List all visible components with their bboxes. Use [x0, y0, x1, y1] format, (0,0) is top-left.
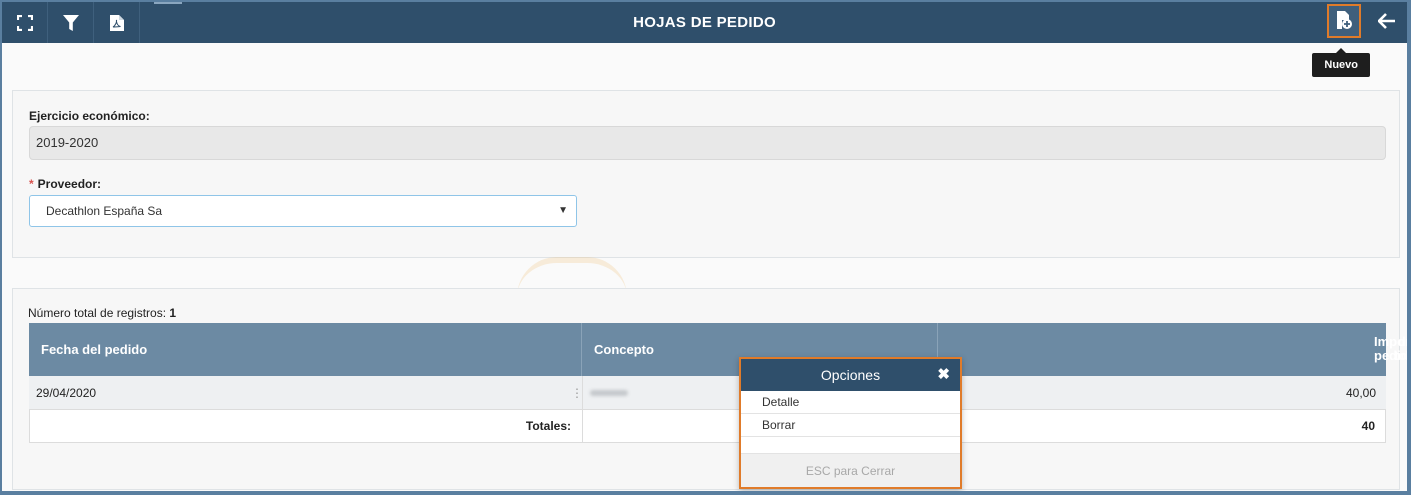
new-tooltip: Nuevo — [1312, 48, 1370, 77]
option-borrar[interactable]: Borrar — [741, 414, 960, 437]
column-header-importe[interactable]: Importe total del pedido — [938, 323, 1407, 376]
page-title: HOJAS DE PEDIDO — [633, 14, 776, 31]
grid-header: Fecha del pedido Concepto Importe total … — [29, 323, 1407, 376]
back-arrow-icon — [1377, 13, 1396, 32]
active-tab-indicator — [154, 2, 182, 4]
cell-concepto-blurred — [590, 376, 628, 409]
required-marker: * — [29, 177, 34, 191]
proveedor-label: Proveedor: — [37, 177, 102, 191]
top-toolbar: HOJAS DE PEDIDO — [2, 2, 1407, 43]
popup-header: Opciones ✖ — [741, 359, 960, 391]
new-document-button[interactable] — [1327, 4, 1361, 38]
record-count-label: Número total de registros: — [28, 306, 167, 320]
filter-panel: Ejercicio económico: 2019-2020 * Proveedo… — [12, 90, 1400, 258]
back-button[interactable] — [1367, 2, 1407, 43]
results-panel: Número total de registros: 1 Fecha del p… — [12, 288, 1407, 490]
column-header-fecha[interactable]: Fecha del pedido — [29, 323, 582, 376]
options-popup: Opciones ✖ Detalle Borrar ESC para Cerra… — [739, 357, 962, 489]
new-document-icon — [1335, 10, 1353, 33]
cell-fecha: 29/04/2020 — [36, 385, 97, 400]
ejercicio-field: 2019-2020 — [29, 126, 1386, 160]
fullscreen-button[interactable] — [2, 2, 48, 43]
pdf-export-button[interactable] — [94, 2, 140, 43]
table-row[interactable]: 29/04/2020 ⋮ 40,00 — [29, 376, 1386, 410]
proveedor-selected-value: Decathlon España Sa — [46, 204, 163, 218]
ejercicio-label: Ejercicio económico: — [29, 109, 150, 123]
filter-button[interactable] — [48, 2, 94, 43]
popup-title: Opciones — [820, 367, 881, 383]
close-icon[interactable]: ✖ — [937, 359, 950, 391]
proveedor-label-wrap: * Proveedor: — [29, 177, 101, 191]
popup-close-hint[interactable]: ESC para Cerrar — [741, 453, 960, 487]
record-count-value: 1 — [169, 306, 177, 320]
totals-value: 40 — [1361, 419, 1375, 433]
chevron-down-icon: ▼ — [558, 205, 568, 216]
proveedor-select[interactable]: Decathlon España Sa ▼ — [29, 195, 577, 227]
option-detalle[interactable]: Detalle — [741, 391, 960, 414]
orders-grid: Fecha del pedido Concepto Importe total … — [29, 323, 1407, 443]
cell-importe: 40,00 — [1345, 385, 1376, 400]
app-window: HOJAS DE PEDIDO Nuevo Ejercicio económic… — [0, 0, 1411, 495]
totals-label: Totales: — [525, 419, 571, 433]
totals-row: Totales: 40 — [29, 410, 1386, 443]
pdf-icon — [109, 14, 125, 32]
record-count: Número total de registros: 1 — [28, 306, 176, 320]
filter-icon — [62, 14, 80, 32]
expand-icon — [16, 14, 33, 31]
